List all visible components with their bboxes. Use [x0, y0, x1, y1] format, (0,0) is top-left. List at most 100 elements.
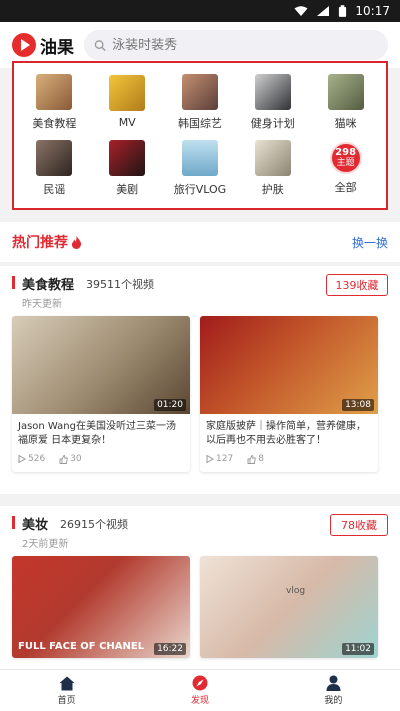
category-us-drama[interactable]: 美剧	[91, 136, 164, 203]
category-thumbnail	[181, 140, 218, 177]
category-label: 美剧	[116, 183, 139, 197]
channel-title[interactable]: 美食教程	[22, 274, 74, 293]
video-thumbnail: 01:20	[12, 316, 190, 414]
hot-title-text: 热门推荐	[12, 235, 68, 251]
play-count-icon	[18, 455, 26, 463]
video-card[interactable]: FULL FACE OF CHANEL 16:22	[12, 556, 190, 658]
logo-text: 油果	[40, 37, 74, 58]
refresh-button[interactable]: 换一换	[352, 234, 388, 251]
video-thumbnail: 13:08	[200, 316, 378, 414]
channel-video-count: 26915个视频	[60, 518, 128, 531]
category-thumbnail	[327, 73, 364, 110]
video-duration: 01:20	[154, 399, 186, 411]
user-icon	[326, 675, 341, 691]
category-thumbnail	[109, 140, 146, 177]
category-label: 护肤	[261, 183, 284, 197]
thumbnail-overlay-text: vlog	[286, 586, 306, 596]
category-mv[interactable]: MV	[91, 69, 164, 136]
tab-label: 发现	[190, 696, 209, 706]
likes-stat: 8	[247, 454, 264, 464]
category-label: MV	[118, 116, 136, 130]
category-thumbnail	[36, 73, 73, 110]
app-logo[interactable]: 油果	[12, 33, 74, 58]
video-card[interactable]: 01:20 Jason Wang在美国没听过三菜一汤 福原爱 日本更复杂！ 52…	[12, 316, 190, 472]
category-thumbnail	[36, 140, 73, 177]
likes-stat: 30	[59, 454, 82, 464]
category-travel-vlog[interactable]: 旅行VLOG	[164, 136, 237, 203]
play-count-icon	[206, 455, 214, 463]
favorite-button[interactable]: 78收藏	[330, 514, 388, 536]
channel-accent-bar	[12, 516, 15, 529]
topic-unit: 主题	[336, 158, 355, 169]
video-list: 01:20 Jason Wang在美国没听过三菜一汤 福原爱 日本更复杂！ 52…	[0, 316, 400, 472]
category-food[interactable]: 美食教程	[18, 69, 91, 136]
category-thumbnail	[254, 73, 291, 110]
category-label: 韩国综艺	[177, 116, 222, 130]
channel-header: 美食教程 39511个视频 昨天更新 139收藏	[0, 266, 400, 316]
channel-updated: 昨天更新	[22, 299, 62, 310]
tab-label: 我的	[324, 696, 343, 706]
category-label: 民谣	[43, 183, 66, 197]
thumbs-up-icon	[247, 454, 257, 464]
home-icon	[59, 676, 75, 690]
tab-discover[interactable]: 发现	[133, 670, 266, 711]
category-label: 旅行VLOG	[173, 183, 227, 197]
play-logo-icon	[12, 33, 36, 57]
category-fitness[interactable]: 健身计划	[236, 69, 309, 136]
category-thumbnail	[181, 73, 218, 110]
category-all[interactable]: 298 主题 全部	[309, 136, 382, 203]
battery-icon	[339, 4, 347, 17]
category-thumbnail	[109, 75, 146, 112]
video-duration: 11:02	[342, 643, 374, 655]
tab-profile[interactable]: 我的	[267, 670, 400, 711]
views-stat: 127	[206, 454, 233, 464]
video-title: Jason Wang在美国没听过三菜一汤 福原爱 日本更复杂！	[18, 421, 176, 446]
video-stats: 127 8	[200, 452, 378, 472]
video-card[interactable]: vlog 11:02	[200, 556, 378, 658]
hot-title: 热门推荐	[12, 232, 82, 252]
hot-section-header: 热门推荐 换一换	[0, 222, 400, 262]
video-list: FULL FACE OF CHANEL 16:22 vlog 11:02	[0, 556, 400, 658]
video-card[interactable]: 13:08 家庭版披萨｜操作简单，营养健康，以后再也不用去必胜客了！ 127 8	[200, 316, 378, 472]
view-count: 526	[28, 454, 46, 464]
category-folk[interactable]: 民谣	[18, 136, 91, 203]
video-thumbnail: vlog 11:02	[200, 556, 378, 658]
channel-food: 美食教程 39511个视频 昨天更新 139收藏 01:20 Jason Wan…	[0, 266, 400, 494]
category-grid: 美食教程 MV 韩国综艺 健身计划 猫咪 民谣 美剧 旅行VLOG 护肤 298…	[12, 61, 388, 210]
category-korean-variety[interactable]: 韩国综艺	[164, 69, 237, 136]
video-stats: 526 30	[12, 452, 190, 472]
search-input[interactable]	[112, 37, 378, 53]
status-time: 10:17	[355, 4, 390, 18]
video-thumbnail: FULL FACE OF CHANEL 16:22	[12, 556, 190, 658]
tab-home[interactable]: 首页	[0, 670, 133, 711]
channel-title[interactable]: 美妆	[22, 514, 48, 533]
thumbnail-overlay-text: FULL FACE OF CHANEL	[18, 641, 145, 652]
like-count: 8	[258, 454, 264, 464]
thumbs-up-icon	[59, 454, 69, 464]
favorite-button[interactable]: 139收藏	[326, 274, 388, 296]
compass-icon	[192, 675, 208, 691]
view-count: 127	[216, 454, 234, 464]
bottom-tab-bar: 首页 发现 我的	[0, 669, 400, 711]
tab-label: 首页	[57, 695, 76, 706]
category-label: 美食教程	[32, 116, 77, 130]
category-skincare[interactable]: 护肤	[236, 136, 309, 203]
search-bar[interactable]	[84, 30, 388, 60]
channel-makeup: 美妆 26915个视频 2天前更新 78收藏 FULL FACE OF CHAN…	[0, 506, 400, 669]
topic-count: 298	[335, 147, 357, 159]
channel-header: 美妆 26915个视频 2天前更新 78收藏	[0, 506, 400, 556]
category-label: 猫咪	[334, 116, 357, 130]
views-stat: 526	[18, 454, 45, 464]
category-label: 健身计划	[250, 116, 295, 130]
wifi-icon	[294, 6, 308, 16]
signal-icon	[317, 6, 330, 16]
category-label: 全部	[334, 181, 357, 195]
video-title: 家庭版披萨｜操作简单，营养健康，以后再也不用去必胜客了！	[206, 421, 366, 446]
video-duration: 13:08	[342, 399, 374, 411]
category-cats[interactable]: 猫咪	[309, 69, 382, 136]
all-topics-badge: 298 主题	[329, 142, 362, 175]
like-count: 30	[70, 454, 82, 464]
video-duration: 16:22	[154, 643, 186, 655]
category-thumbnail	[254, 140, 291, 177]
status-bar: 10:17	[0, 0, 400, 22]
